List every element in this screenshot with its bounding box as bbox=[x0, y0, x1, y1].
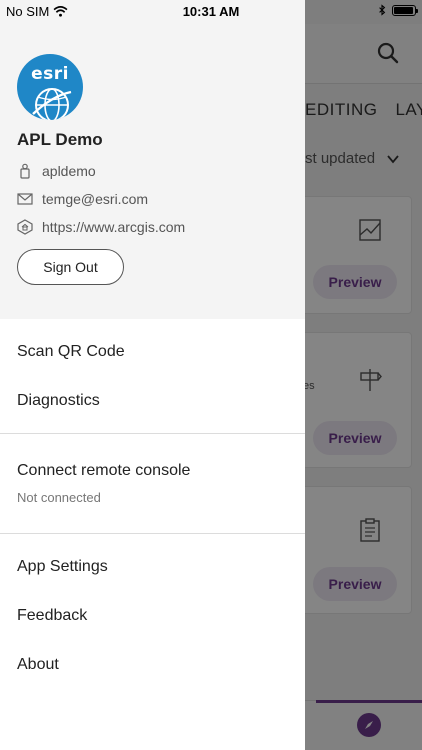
divider bbox=[0, 533, 305, 534]
portal-row: https://www.arcgis.com bbox=[17, 217, 185, 237]
menu-item-connect-console[interactable]: Connect remote console bbox=[0, 451, 305, 491]
email-text: temge@esri.com bbox=[42, 191, 149, 207]
menu-item-about[interactable]: About bbox=[0, 645, 305, 685]
menu-item-diagnostics[interactable]: Diagnostics bbox=[0, 381, 305, 421]
bluetooth-icon bbox=[379, 4, 386, 16]
status-bar: No SIM 10:31 AM bbox=[0, 0, 422, 24]
logo-text: esri bbox=[31, 64, 69, 84]
portal-url-text: https://www.arcgis.com bbox=[42, 219, 186, 235]
menu-item-scan-qr[interactable]: Scan QR Code bbox=[0, 332, 305, 372]
battery-level bbox=[394, 6, 413, 14]
user-icon bbox=[17, 163, 33, 179]
menu-item-app-settings[interactable]: App Settings bbox=[0, 547, 305, 587]
esri-logo: esri bbox=[17, 54, 83, 120]
globe-icon bbox=[32, 88, 72, 120]
side-drawer: esri APL Demo apldemo temge@esri.com htt… bbox=[0, 0, 305, 750]
menu-item-feedback[interactable]: Feedback bbox=[0, 596, 305, 636]
battery-icon bbox=[392, 4, 418, 16]
profile-section: esri APL Demo apldemo temge@esri.com htt… bbox=[0, 0, 305, 319]
email-row: temge@esri.com bbox=[17, 189, 148, 209]
envelope-icon bbox=[17, 191, 33, 207]
sign-out-button[interactable]: Sign Out bbox=[17, 249, 124, 285]
console-status-text: Not connected bbox=[17, 490, 101, 505]
user-display-name: APL Demo bbox=[17, 130, 103, 149]
portal-home-icon bbox=[17, 219, 33, 235]
username-text: apldemo bbox=[42, 163, 96, 179]
username-row: apldemo bbox=[17, 161, 96, 181]
status-time: 10:31 AM bbox=[182, 4, 240, 19]
divider bbox=[0, 433, 305, 434]
